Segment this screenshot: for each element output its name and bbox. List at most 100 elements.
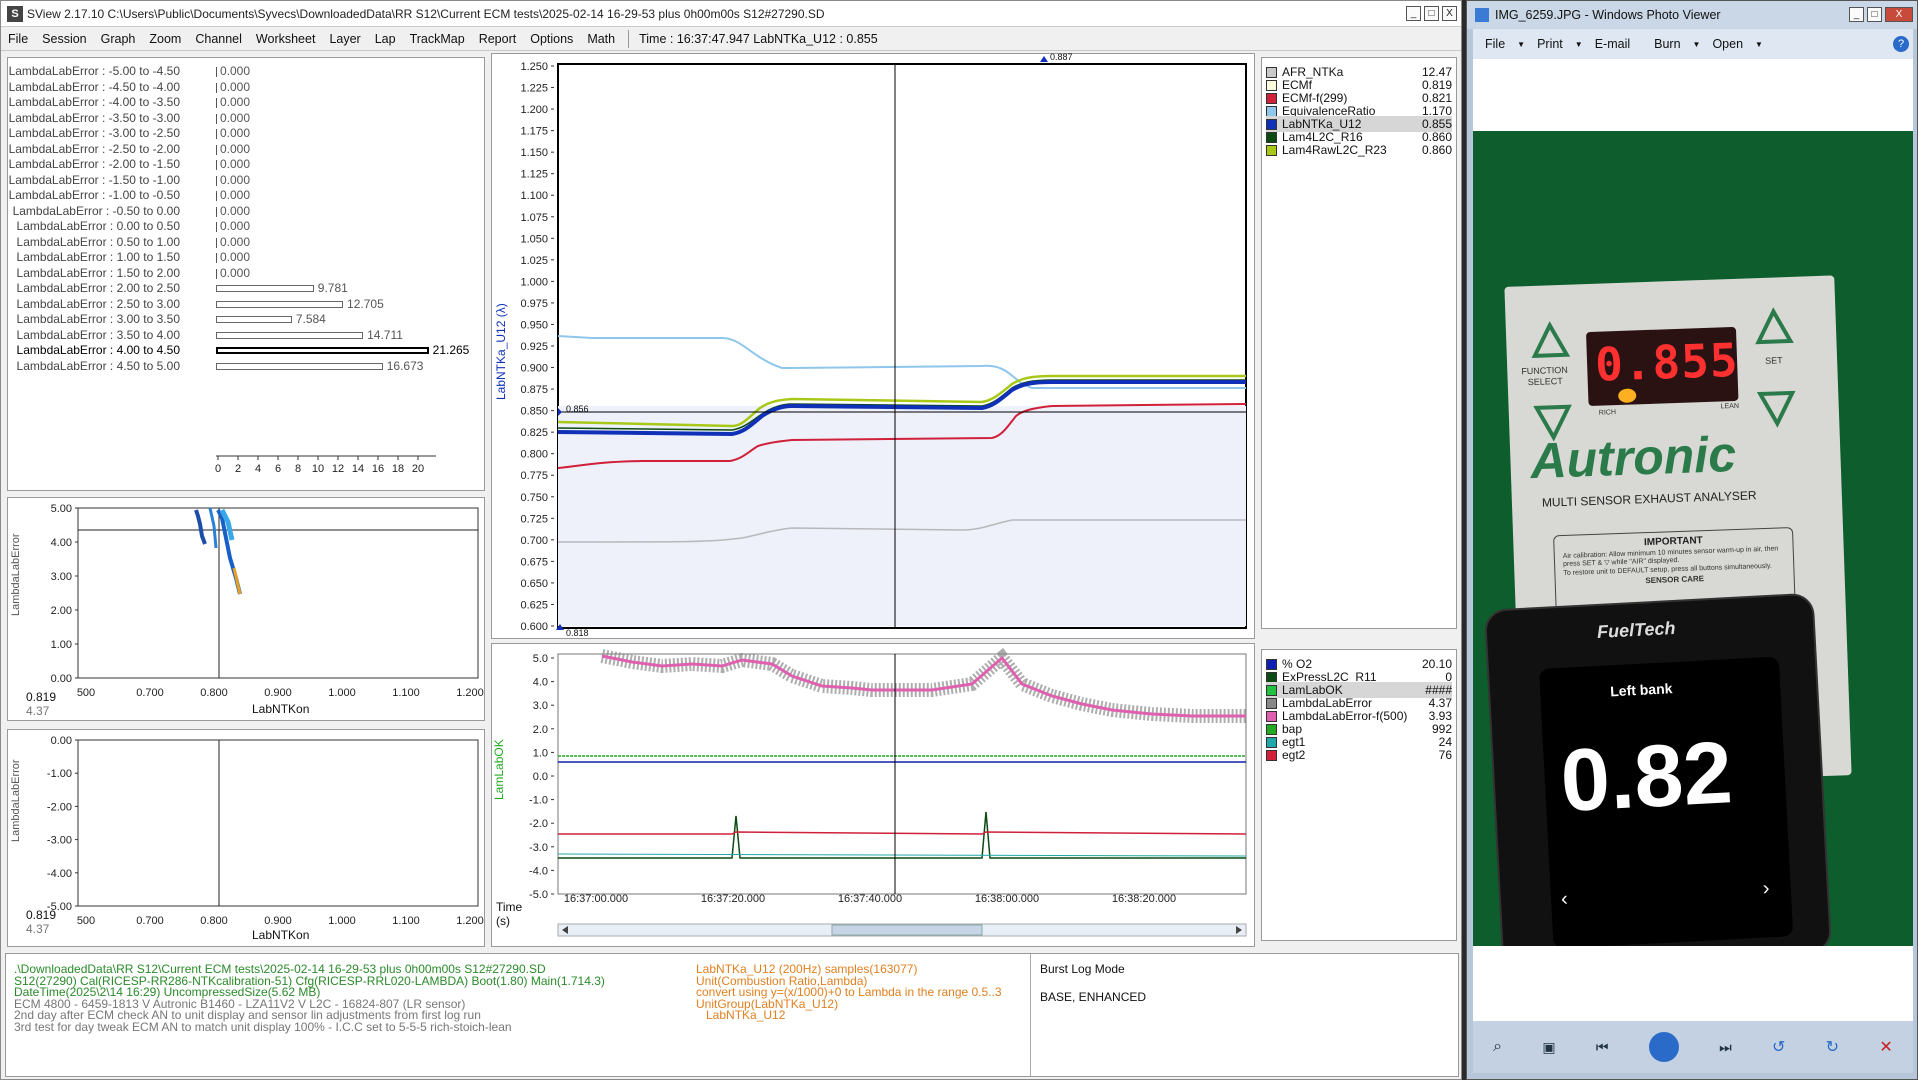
function-up-icon[interactable] — [1530, 321, 1571, 362]
histogram-tick-label: 4 — [255, 463, 261, 475]
menu-layer[interactable]: Layer — [322, 32, 367, 46]
pv-close-button[interactable]: X — [1885, 7, 1913, 22]
legend-top-swatch — [1266, 66, 1277, 78]
lower-y-tick-label: -3.0 — [529, 842, 548, 854]
main-y-tick-label: 0.625 — [520, 599, 548, 611]
scatter2-y-tick-label: -2.00 — [47, 801, 72, 813]
legend-top-swatch — [1266, 118, 1277, 130]
scatter2-readout-y: 4.37 — [26, 922, 50, 936]
fueltech-right-arrow-icon: › — [1762, 877, 1771, 900]
delete-icon[interactable]: ✕ — [1879, 1037, 1892, 1057]
minimize-button[interactable]: _ — [1406, 6, 1421, 21]
pv-menu-print[interactable]: Print — [1525, 37, 1575, 51]
menu-options[interactable]: Options — [523, 32, 580, 46]
scatter2-x-tick-label: 0.900 — [264, 915, 292, 927]
histogram-tick-label: 16 — [372, 463, 384, 475]
previous-icon[interactable]: ⏮ — [1596, 1039, 1609, 1056]
main-y-tick-label: 0.875 — [520, 384, 548, 396]
pv-menu-email[interactable]: E-mail — [1583, 37, 1642, 51]
legend-bottom-swatch — [1266, 671, 1277, 683]
next-icon[interactable]: ⏭ — [1719, 1039, 1732, 1056]
menu-worksheet[interactable]: Worksheet — [249, 32, 323, 46]
maximize-button[interactable]: □ — [1424, 6, 1439, 21]
slideshow-icon[interactable] — [1648, 1032, 1679, 1062]
main-y-tick-label: 0.975 — [520, 298, 548, 310]
legend-bottom-swatch — [1266, 697, 1277, 709]
pv-menu-file[interactable]: File — [1473, 37, 1517, 51]
menu-session[interactable]: Session — [35, 32, 93, 46]
pv-menu-open[interactable]: Open — [1700, 37, 1755, 51]
status-info-line: 3rd test for day tweak ECM AN to match u… — [14, 1019, 512, 1034]
menu-graph[interactable]: Graph — [94, 32, 143, 46]
pv-maximize-button[interactable]: □ — [1867, 7, 1882, 22]
legend-bottom[interactable]: % O2 20.10 ExPressL2C_R11 0 LamLabOK #### Lamb… — [1261, 649, 1457, 941]
rotate-right-icon[interactable]: ↻ — [1826, 1037, 1839, 1057]
channel-info-line: LabNTKa_U12 — [696, 1008, 786, 1022]
status-panel: .\DownloadedData\RR S12\Current ECM test… — [5, 953, 1459, 1077]
legend-bottom-swatch — [1266, 749, 1277, 761]
scatter1-ylabel: LambdaLabError — [10, 533, 22, 616]
autronic-subtitle: MULTI SENSOR EXHAUST ANALYSER — [1541, 488, 1757, 510]
menu-report[interactable]: Report — [472, 32, 524, 46]
lower-y-tick-label: -5.0 — [529, 889, 548, 901]
legend-top-swatch — [1266, 144, 1277, 156]
cursor-marker-label: 0.856 — [566, 404, 589, 414]
max-marker-icon — [1040, 56, 1048, 62]
photo-viewer-controls: _ □ X — [1849, 7, 1913, 22]
pv-menu-burn[interactable]: Burn — [1642, 37, 1692, 51]
autronic-brand: Autronic — [1529, 425, 1737, 490]
window-title: SView 2.17.10 C:\Users\Public\Documents\… — [27, 6, 825, 21]
histogram-tick-label: 12 — [332, 463, 344, 475]
legend-bottom-row[interactable]: egt2 76 — [1266, 747, 1452, 763]
left-bank-label: Left bank — [1609, 680, 1673, 700]
lower-y-tick-label: 3.0 — [533, 700, 548, 712]
scatter2-x-tick-label: 1.100 — [392, 915, 420, 927]
photo-image: 0.855 FUNCTION SELECT SET RICH LEAN Autr… — [1473, 131, 1913, 946]
menu-trackmap[interactable]: TrackMap — [403, 32, 472, 46]
photo-bottom-margin — [1473, 946, 1913, 1021]
histogram-tick-label: 8 — [295, 463, 301, 475]
close-button[interactable]: X — [1442, 6, 1457, 21]
histogram-tick-label: 18 — [392, 463, 404, 475]
legend-top-row[interactable]: Lam4RawL2C_R23 0.860 — [1266, 142, 1452, 158]
status-graph-svg: 5.0 4.0 3.0 2.0 1.0 0.0 -1.0 -2.0 -3.0 -4.0 -5.0 1… — [529, 647, 1247, 937]
scatter2-x-tick-label: 0.800 — [200, 915, 228, 927]
menu-lap[interactable]: Lap — [368, 32, 403, 46]
pv-minimize-button[interactable]: _ — [1849, 7, 1864, 22]
histogram-tick-label: 10 — [312, 463, 324, 475]
scatter2-y-tick-label: -1.00 — [47, 768, 72, 780]
main-y-tick-label: 0.650 — [520, 578, 548, 590]
main-ylabel: LabNTKa_U12 (λ) — [494, 303, 508, 400]
set-down-icon[interactable] — [1756, 387, 1797, 428]
rotate-left-icon[interactable]: ↺ — [1772, 1037, 1785, 1057]
led-indicator — [1618, 388, 1637, 403]
main-y-tick-label: 1.000 — [520, 276, 548, 288]
menu-math[interactable]: Math — [580, 32, 622, 46]
status-graph-panel[interactable]: 5.0 4.0 3.0 2.0 1.0 0.0 -1.0 -2.0 -3.0 -4.0 -5.0 1… — [491, 643, 1255, 947]
scatter1-readout-x: 0.819 — [26, 690, 57, 704]
help-icon[interactable]: ? — [1893, 36, 1909, 52]
scatter2-ylabel: LambdaLabError — [10, 759, 22, 842]
menu-channel[interactable]: Channel — [188, 32, 249, 46]
time-scrollbar-thumb[interactable] — [831, 924, 983, 936]
set-up-icon[interactable] — [1753, 307, 1794, 348]
main-y-tick-label: 1.100 — [520, 190, 548, 202]
legend-top[interactable]: AFR_NTKa 12.47 ECMf 0.819 ECMf-f(299) 0.821 Eq… — [1261, 57, 1457, 629]
menu-file[interactable]: File — [1, 32, 35, 46]
legend-bottom-swatch — [1266, 736, 1277, 748]
menu-zoom[interactable]: Zoom — [142, 32, 188, 46]
lower-y-tick-label: 2.0 — [533, 724, 548, 736]
main-y-tick-label: 1.125 — [520, 169, 548, 181]
scatter1-y-tick-label: 2.00 — [51, 605, 72, 617]
scatter-plot-negative[interactable]: 0.00 -1.00 -2.00 -3.00 -4.00 -5.00 500 0.700 0.… — [7, 729, 485, 947]
max-marker-label: 0.887 — [1050, 52, 1073, 62]
lower-x-tick-label: 16:37:20.000 — [701, 893, 765, 905]
main-y-tick-label: 1.225 — [520, 83, 548, 95]
main-y-tick-label: 0.750 — [520, 492, 548, 504]
histogram-panel[interactable]: LambdaLabError : -5.00 to -4.50 0.000 Lamb… — [7, 57, 485, 491]
lower-y-tick-label: 1.0 — [533, 747, 548, 759]
zoom-icon[interactable]: ⌕ — [1493, 1038, 1502, 1056]
lambda-graph-panel[interactable]: 1.250 1.225 1.200 1.175 1.150 1.125 1.100 1.075… — [491, 52, 1255, 639]
scatter-plot-positive[interactable]: 5.00 4.00 3.00 2.00 1.00 0.00 500 0.700 0.800 0.… — [7, 497, 485, 721]
actual-size-icon[interactable]: ▣ — [1542, 1039, 1555, 1056]
